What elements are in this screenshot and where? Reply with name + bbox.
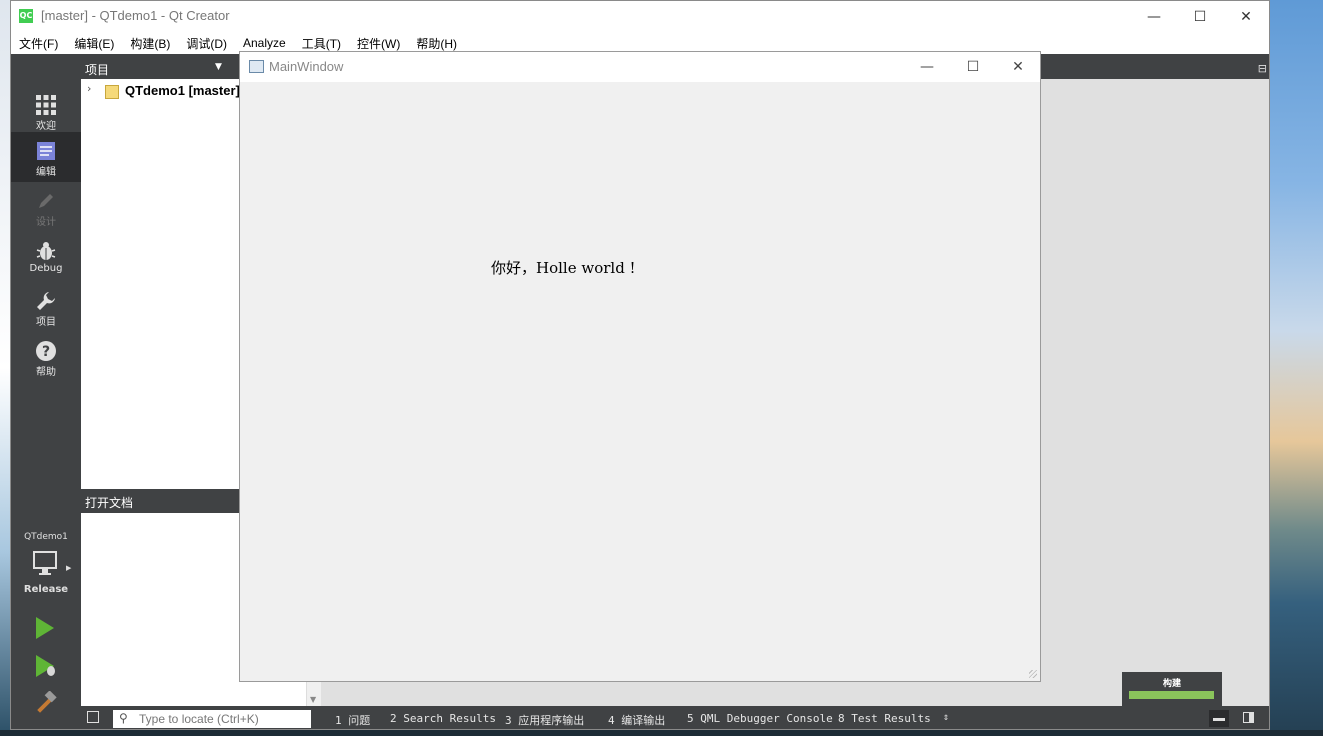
build-progress-widget: 构建 — [1122, 672, 1222, 706]
split-editor-icon[interactable]: ⊟ — [1258, 62, 1267, 75]
mode-design[interactable]: 设计 — [11, 182, 81, 232]
build-progress-label: 构建 — [1162, 679, 1181, 689]
build-button[interactable] — [33, 690, 59, 720]
mode-debug[interactable]: Debug — [11, 232, 81, 282]
mode-label: 帮助 — [36, 367, 56, 378]
mode-edit[interactable]: 编辑 — [11, 132, 81, 182]
desktop-wallpaper-left — [0, 0, 10, 736]
resize-grip[interactable] — [1029, 670, 1037, 678]
progress-details-toggle[interactable] — [1209, 710, 1229, 727]
menu-widgets[interactable]: 控件(W) — [349, 35, 408, 52]
menu-file[interactable]: 文件(F) — [11, 35, 66, 52]
monitor-icon — [33, 551, 57, 575]
main-window-maximize-button[interactable]: ☐ — [950, 52, 996, 82]
mode-label: 设计 — [36, 217, 56, 228]
hello-label: 你好，Holle world ! — [491, 259, 636, 277]
app-window-icon — [249, 60, 264, 73]
run-button[interactable] — [35, 616, 55, 643]
mode-projects[interactable]: 项目 — [11, 282, 81, 332]
mode-label: 项目 — [36, 317, 56, 328]
window-title: [master] - QTdemo1 - Qt Creator — [41, 8, 230, 23]
search-icon: ⚲ — [119, 711, 128, 725]
kit-expand-arrow-icon: ▶ — [66, 564, 72, 572]
mode-welcome[interactable]: 欢迎 — [11, 86, 81, 136]
output-tab-compile-output[interactable]: 4 编译输出 — [608, 712, 665, 728]
debug-run-icon — [36, 655, 55, 677]
kit-project-name: QTdemo1 — [24, 532, 68, 542]
projects-pane-header: 项目 ▼ — [81, 58, 241, 79]
run-icon — [36, 617, 54, 639]
menu-analyze[interactable]: Analyze — [235, 36, 294, 50]
title-bar: QC [master] - QTdemo1 - Qt Creator — ☐ ✕ — [11, 1, 1269, 32]
output-tab-qml-debugger-console[interactable]: 5 QML Debugger Console — [687, 712, 833, 725]
output-tab-issues[interactable]: 1 问题 — [335, 712, 370, 728]
mode-label: Debug — [29, 263, 63, 274]
help-icon: ? — [36, 341, 56, 361]
pencil-icon — [39, 194, 53, 208]
maximize-button[interactable]: ☐ — [1177, 1, 1223, 32]
close-button[interactable]: ✕ — [1223, 1, 1269, 32]
desktop-wallpaper-right — [1270, 0, 1323, 736]
scroll-down-icon[interactable]: ▼ — [310, 695, 316, 704]
toggle-right-sidebar-icon[interactable] — [1243, 712, 1254, 723]
toggle-sidebar-icon[interactable] — [87, 711, 99, 723]
mode-help[interactable]: ? 帮助 — [11, 332, 81, 382]
main-window-close-button[interactable]: ✕ — [995, 52, 1041, 82]
mode-label: 欢迎 — [36, 121, 56, 132]
minimize-button[interactable]: — — [1131, 1, 1177, 32]
output-tab-test-results[interactable]: 8 Test Results — [838, 712, 931, 725]
menu-tools[interactable]: 工具(T) — [294, 35, 349, 52]
status-bar: ⚲ Type to locate (Ctrl+K) 1 问题 2 Search … — [81, 706, 1269, 729]
output-tab-search-results[interactable]: 2 Search Results — [390, 712, 496, 725]
menu-debug[interactable]: 调试(D) — [178, 35, 235, 52]
project-folder-icon — [105, 85, 119, 99]
main-window-title: MainWindow — [269, 59, 344, 74]
mode-selector-bar: 欢迎 编辑 设计 Debug 项目 ? 帮助 QTdemo1 ▶ Release — [11, 54, 81, 729]
bug-icon — [36, 242, 56, 260]
output-tabs-more-icon[interactable]: ⇕ — [943, 712, 949, 723]
debug-run-button[interactable] — [35, 654, 59, 681]
editor-toolbar: ⊟ — [1041, 58, 1269, 79]
project-tree-item[interactable]: QTdemo1 [master] — [125, 83, 240, 98]
mode-label: 编辑 — [36, 167, 56, 178]
locator-input[interactable]: ⚲ Type to locate (Ctrl+K) — [113, 710, 311, 728]
project-tree: › QTdemo1 [master] — [81, 79, 241, 489]
build-progress-bar — [1129, 691, 1214, 699]
locator-placeholder: Type to locate (Ctrl+K) — [139, 712, 259, 726]
taskbar-strip — [0, 730, 1323, 736]
wrench-icon — [37, 292, 55, 310]
menu-build[interactable]: 构建(B) — [122, 35, 178, 52]
chevron-down-icon[interactable]: ▼ — [215, 62, 222, 72]
document-icon — [37, 142, 55, 160]
main-window-app: MainWindow — ☐ ✕ 你好，Holle world ! — [239, 51, 1041, 682]
kit-build-config: Release — [23, 584, 69, 595]
svg-text:?: ? — [42, 344, 50, 360]
open-documents-title: 打开文档 — [85, 496, 134, 510]
open-documents-header: 打开文档 — [81, 489, 241, 513]
kit-selector[interactable] — [33, 551, 59, 579]
progress-details-icon — [1213, 718, 1225, 721]
expand-arrow-icon[interactable]: › — [87, 82, 91, 95]
editor-area — [1041, 79, 1269, 706]
projects-pane-title[interactable]: 项目 — [85, 61, 109, 78]
grid-icon — [36, 95, 56, 115]
output-tab-application-output[interactable]: 3 应用程序输出 — [505, 712, 584, 728]
hammer-icon — [37, 690, 57, 713]
main-window-minimize-button[interactable]: — — [904, 52, 950, 82]
qt-creator-logo-icon: QC — [19, 9, 33, 23]
menu-edit[interactable]: 编辑(E) — [66, 35, 122, 52]
menu-help[interactable]: 帮助(H) — [408, 35, 465, 52]
main-window-title-bar: MainWindow — ☐ ✕ — [240, 52, 1040, 82]
